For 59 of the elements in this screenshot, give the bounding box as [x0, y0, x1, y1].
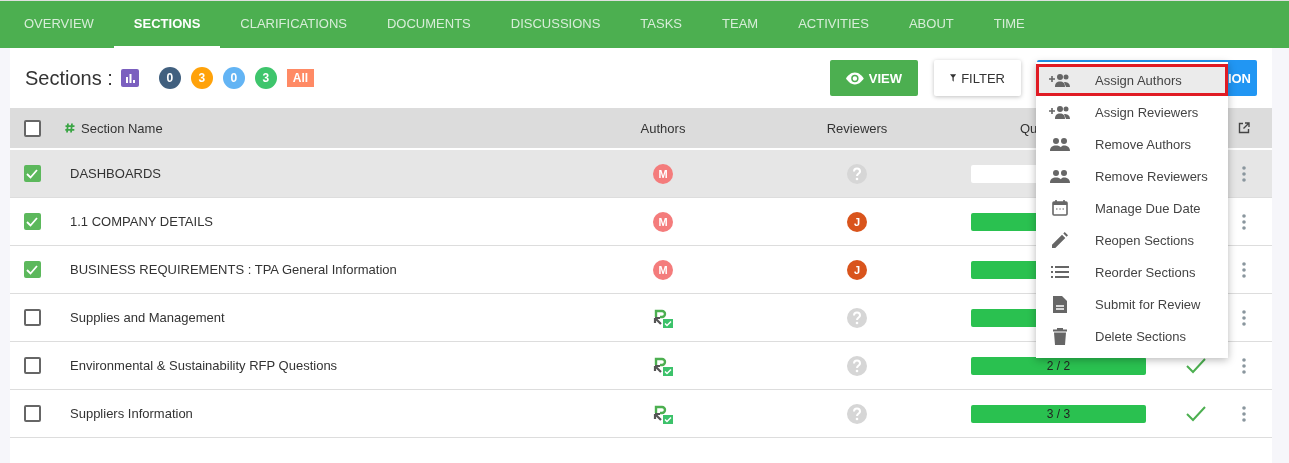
toolbar-button[interactable]: FILTER: [934, 60, 1021, 96]
row-checkbox[interactable]: [23, 405, 41, 422]
reviewer-avatar: J: [847, 211, 867, 232]
select-all-checkbox[interactable]: [23, 119, 41, 137]
trash-icon: [1053, 327, 1067, 345]
bar-chart-icon[interactable]: [120, 69, 139, 87]
author-avatar: M: [653, 211, 673, 232]
progress-label: 3 / 3: [1046, 406, 1071, 421]
more-icon[interactable]: [1242, 261, 1246, 278]
progress-label: 2 / 2: [1046, 358, 1071, 373]
row-checkbox[interactable]: [23, 165, 41, 182]
filter-icon: [950, 72, 957, 84]
section-name[interactable]: DASHBOARDS: [70, 166, 162, 181]
question-icon: [847, 355, 867, 376]
column-header[interactable]: Section Name: [81, 120, 163, 136]
menu-item[interactable]: Remove Reviewers: [1036, 160, 1228, 192]
question-icon: [847, 307, 867, 328]
menu-item[interactable]: Assign Reviewers: [1036, 96, 1228, 128]
more-icon[interactable]: [1242, 405, 1246, 422]
section-name[interactable]: Supplies and Management: [70, 310, 225, 325]
menu-item[interactable]: Reorder Sections: [1036, 256, 1228, 288]
row-checkbox[interactable]: [23, 213, 41, 230]
menu-item[interactable]: Reopen Sections: [1036, 224, 1228, 256]
eye-icon: [846, 70, 864, 86]
page-title: Sections :: [25, 66, 113, 90]
people-icon: [1050, 169, 1070, 183]
section-name[interactable]: Environmental & Sustainability RFP Questions: [70, 358, 338, 373]
reviewer-avatar: J: [847, 259, 867, 280]
row-checkbox[interactable]: [23, 309, 41, 326]
external-link-icon[interactable]: [1238, 122, 1250, 134]
add-people-icon: [1049, 73, 1071, 87]
menu-item[interactable]: Assign Authors: [1036, 64, 1228, 96]
list-icon: [1051, 266, 1069, 278]
column-header[interactable]: Qu: [1020, 120, 1038, 136]
document-icon: [1053, 295, 1067, 313]
author-avatar: M: [653, 259, 673, 280]
menu-item[interactable]: Remove Authors: [1036, 128, 1228, 160]
column-header[interactable]: Authors: [640, 120, 686, 136]
more-icon[interactable]: [1242, 309, 1246, 326]
menu-item[interactable]: Manage Due Date: [1036, 192, 1228, 224]
author-avatar: M: [653, 163, 673, 184]
status-badge[interactable]: 0: [158, 67, 181, 89]
row-checkbox[interactable]: [23, 357, 41, 374]
more-icon[interactable]: [1242, 213, 1246, 230]
section-name[interactable]: BUSINESS REQUIREMENTS : TPA General Information: [70, 262, 397, 277]
question-icon: [847, 403, 867, 424]
hash-icon: [65, 123, 75, 133]
menu-item[interactable]: Delete Sections: [1036, 320, 1228, 352]
section-name[interactable]: 1.1 COMPANY DETAILS: [70, 214, 214, 229]
pencil-icon: [1052, 232, 1068, 248]
calendar-icon: [1052, 200, 1068, 216]
question-icon: [847, 163, 867, 184]
add-people-icon: [1049, 105, 1071, 119]
people-icon: [1050, 137, 1070, 151]
section-name[interactable]: Suppliers Information: [70, 406, 193, 421]
column-header[interactable]: Reviewers: [826, 120, 888, 136]
more-icon[interactable]: [1242, 357, 1246, 374]
menu-item[interactable]: Submit for Review: [1036, 288, 1228, 320]
row-checkbox[interactable]: [23, 261, 41, 278]
